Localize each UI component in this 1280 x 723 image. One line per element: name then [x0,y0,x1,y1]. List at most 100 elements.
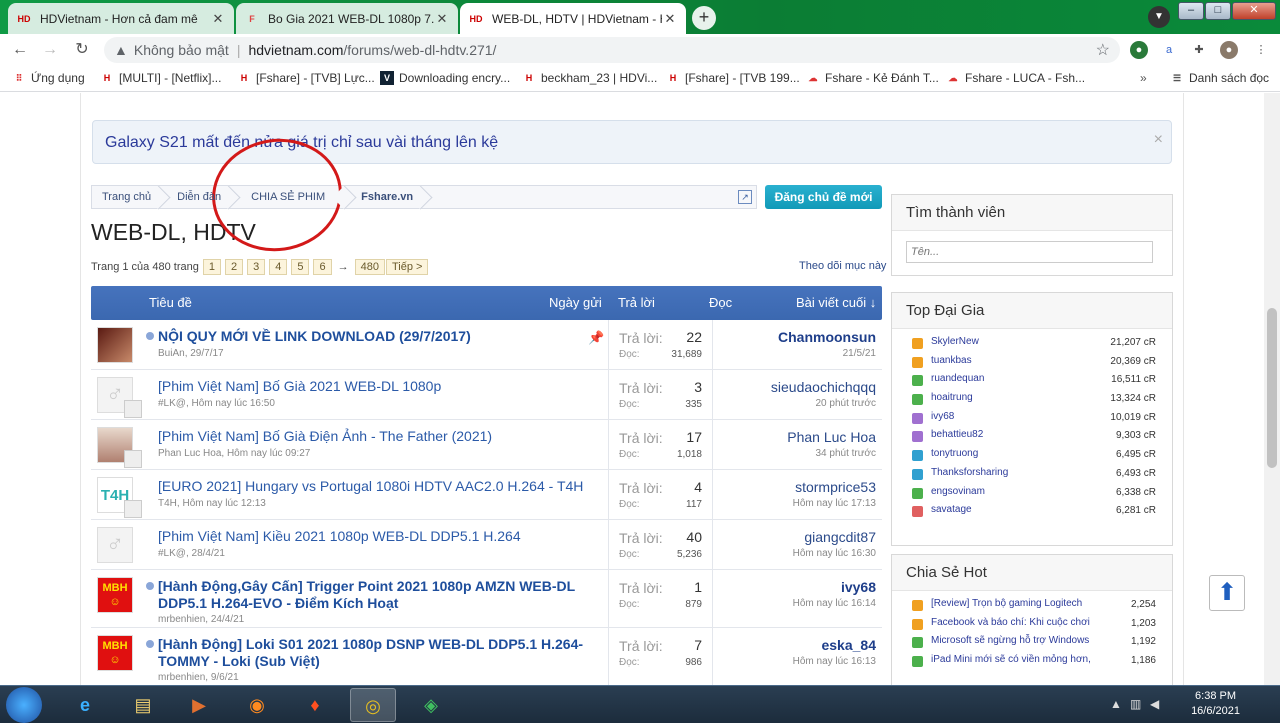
next-page-link[interactable]: Tiếp > [385,259,429,275]
jump-to-icon[interactable]: ↗ [738,190,752,204]
thread-title[interactable]: [Phim Việt Nam] Kiều 2021 1080p WEB-DL D… [158,528,598,545]
profile-avatar[interactable]: ● [1220,41,1238,59]
page-link-6[interactable]: 6 [313,259,332,275]
new-thread-button[interactable]: Đăng chủ đề mới [765,185,882,209]
thread-author[interactable]: mrbenhien [158,672,205,683]
scroll-to-top-button[interactable]: ⬆ [1209,575,1245,611]
page-scrollbar[interactable] [1264,93,1280,685]
last-post-time[interactable]: Hôm nay lúc 16:14 [793,598,876,609]
list-item[interactable]: tuankbas 20,369 cR [906,354,1158,373]
list-item[interactable]: iPad Mini mới sẽ có viền mỏng hơn, 1,186 [906,653,1158,672]
avatar[interactable] [97,427,142,468]
list-item[interactable]: Thanksforsharing 6,493 cR [906,466,1158,485]
member-name[interactable]: tuankbas [931,355,972,366]
bookmark-item[interactable]: H [Fshare] - [TVB 199... [666,71,800,85]
member-name[interactable]: ruandequan [931,373,984,384]
avatar[interactable]: ♂ [97,527,133,563]
new-tab-button[interactable]: + [692,6,716,30]
last-post-time[interactable]: 34 phút trước [815,448,876,459]
network-tray-icon[interactable]: ▥ [1130,697,1141,711]
file-explorer-icon[interactable]: ▤ [120,688,166,722]
extension-globe-icon[interactable]: ● [1130,41,1148,59]
list-item[interactable]: SkylerNew 21,207 cR [906,335,1158,354]
list-item[interactable]: hoaitrung 13,324 cR [906,391,1158,410]
list-item[interactable]: [Review] Trọn bộ gaming Logitech 2,254 [906,597,1158,616]
share-title[interactable]: iPad Mini mới sẽ có viền mỏng hơn, [931,654,1091,665]
close-tab-icon[interactable]: ✕ [434,11,450,27]
bookmark-item[interactable]: ☁ Fshare - LUCA - Fsh... [946,71,1086,85]
reading-list[interactable]: ☰ Danh sách đọc [1170,71,1269,85]
page-link-1[interactable]: 1 [202,259,221,275]
thread-title[interactable]: [Hành Động] Loki S01 2021 1080p DSNP WEB… [158,636,598,670]
last-post-time[interactable]: Hôm nay lúc 16:30 [793,548,876,559]
tray-expand-icon[interactable]: ▲ [1110,697,1122,711]
thread-title[interactable]: NỘI QUY MỚI VỀ LINK DOWNLOAD (29/7/2017) [158,328,598,345]
close-notice-icon[interactable]: × [1154,131,1163,149]
follow-forum-link[interactable]: Theo dõi mục này [799,260,886,272]
last-post-user[interactable]: Phan Luc Hoa [787,429,876,445]
breadcrumb-fshare[interactable]: Fshare.vn [347,186,423,208]
last-post-time[interactable]: Hôm nay lúc 17:13 [793,498,876,509]
reload-icon[interactable]: ↻ [72,40,92,60]
member-name[interactable]: savatage [931,504,972,515]
avatar[interactable]: ♂ [97,377,142,418]
last-post-time[interactable]: 21/5/21 [843,348,876,359]
page-link-3[interactable]: 3 [247,259,266,275]
browser-tab-1[interactable]: HD HDVietnam - Hơn cả đam mê ✕ [8,3,234,34]
thread-author[interactable]: mrbenhien [158,614,205,625]
avatar[interactable]: T4H [97,477,142,518]
list-item[interactable]: behattieu82 9,303 cR [906,428,1158,447]
back-icon[interactable]: ← [10,40,30,60]
member-name[interactable]: engsovinam [931,486,985,497]
bookmark-item[interactable]: H [MULTI] - [Netflix]... [100,71,222,85]
header-date[interactable]: Ngày gửi [549,295,602,310]
share-title[interactable]: Facebook và báo chí: Khi cuộc chơi [931,617,1090,628]
list-item[interactable]: tonytruong 6,495 cR [906,447,1158,466]
thread-author[interactable]: #LK@ [158,548,186,559]
list-item[interactable]: Microsoft sẽ ngừng hỗ trợ Windows 1,192 [906,634,1158,653]
tab-search-icon[interactable]: ▼ [1148,6,1170,28]
chrome-icon[interactable]: ◎ [350,688,396,722]
more-bookmarks-icon[interactable]: » [1140,71,1147,85]
member-name[interactable]: ivy68 [931,411,954,422]
page-link-2[interactable]: 2 [224,259,244,275]
share-title[interactable]: [Review] Trọn bộ gaming Logitech [931,598,1082,609]
browser-tab-3-active[interactable]: HD WEB-DL, HDTV | HDVietnam - Hơ ✕ [460,3,686,34]
list-item[interactable]: savatage 6,281 cR [906,503,1158,522]
last-post-time[interactable]: 20 phút trước [815,398,876,409]
member-name[interactable]: SkylerNew [931,336,979,347]
network-app-icon[interactable]: ◈ [408,688,454,722]
bookmark-item[interactable]: H [Fshare] - [TVB] Lực... [237,71,375,85]
header-views[interactable]: Đọc [709,295,732,310]
thread-title[interactable]: [Phim Việt Nam] Bố Già Điện Ảnh - The Fa… [158,428,598,445]
bookmark-item[interactable]: ☁ Fshare - Kẻ Đánh T... [806,71,939,85]
thread-author[interactable]: BuiAn [158,348,185,359]
scrollbar-thumb[interactable] [1267,308,1277,468]
thread-author[interactable]: Phan Luc Hoa [158,448,221,459]
breadcrumb-home[interactable]: Trang chủ [92,186,161,208]
member-name[interactable]: hoaitrung [931,392,973,403]
extension-translate-icon[interactable]: a [1160,41,1178,59]
avatar[interactable]: MBH ☺ [97,635,133,671]
bookmark-star-icon[interactable]: ☆ [1096,40,1110,60]
thread-title[interactable]: [EURO 2021] Hungary vs Portugal 1080i HD… [158,478,598,495]
last-post-user[interactable]: Chanmoonsun [778,329,876,345]
clock[interactable]: 6:38 PM 16/6/2021 [1191,689,1240,719]
menu-kebab-icon[interactable]: ⋮ [1252,41,1270,59]
list-item[interactable]: engsovinam 6,338 cR [906,485,1158,504]
member-name[interactable]: tonytruong [931,448,978,459]
page-link-4[interactable]: 4 [269,259,288,275]
page-link-last[interactable]: 480 [354,259,385,275]
thread-author[interactable]: T4H [158,498,177,509]
list-item[interactable]: ruandequan 16,511 cR [906,372,1158,391]
brave-icon[interactable]: ♦ [292,688,338,722]
header-replies[interactable]: Trả lời [618,295,655,310]
header-title[interactable]: Tiêu đề [149,295,192,310]
start-button[interactable] [6,687,42,723]
extensions-puzzle-icon[interactable]: ✚ [1190,41,1208,59]
maximize-button[interactable]: □ [1205,2,1231,20]
list-item[interactable]: ivy68 10,019 cR [906,410,1158,429]
minimize-button[interactable]: – [1178,2,1204,20]
last-post-user[interactable]: eska_84 [821,637,876,653]
close-tab-icon[interactable]: ✕ [662,11,678,27]
